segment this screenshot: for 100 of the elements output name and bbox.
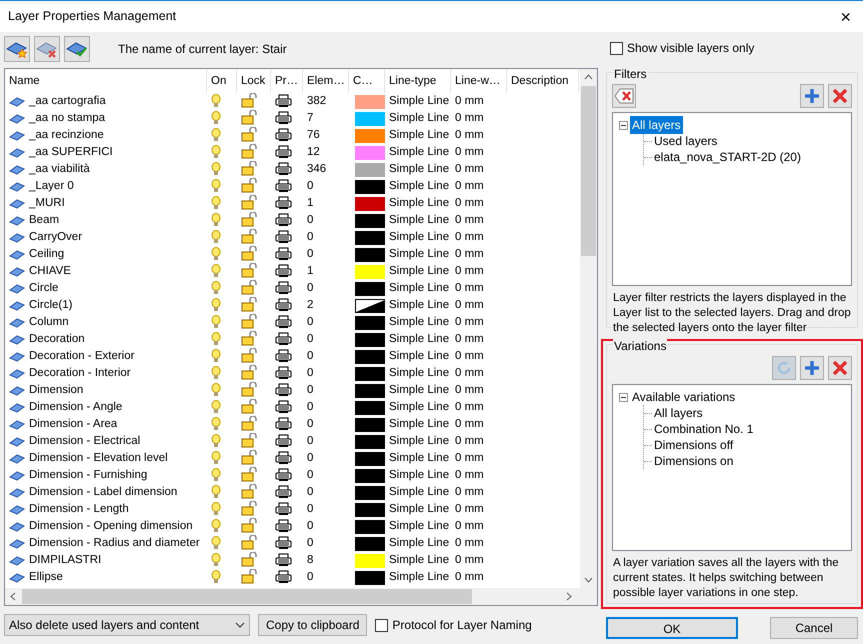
- lightbulb-icon[interactable]: [211, 128, 221, 142]
- padlock-icon[interactable]: [241, 161, 259, 176]
- layer-name[interactable]: Circle: [29, 280, 58, 298]
- scroll-right-icon[interactable]: [566, 592, 572, 601]
- column-header[interactable]: Name: [5, 69, 207, 93]
- layer-name[interactable]: DIMPILASTRI: [29, 552, 102, 570]
- color-swatch[interactable]: [355, 230, 385, 244]
- printer-icon[interactable]: [275, 128, 292, 142]
- layer-name[interactable]: Decoration - Interior: [29, 364, 131, 382]
- tree-item[interactable]: Available variations: [630, 388, 738, 406]
- color-swatch[interactable]: [355, 554, 385, 568]
- printer-icon[interactable]: [275, 366, 292, 380]
- color-swatch[interactable]: [355, 418, 385, 432]
- layer-name[interactable]: Dimension - Opening dimension: [29, 518, 193, 536]
- color-swatch[interactable]: [355, 434, 385, 448]
- checkbox[interactable]: [610, 42, 623, 54]
- printer-icon[interactable]: [275, 416, 292, 431]
- lightbulb-icon[interactable]: [211, 212, 221, 227]
- padlock-icon[interactable]: [241, 280, 259, 296]
- lightbulb-icon[interactable]: [211, 298, 221, 312]
- color-swatch[interactable]: [355, 128, 385, 142]
- layer-name[interactable]: _aa recinzione: [29, 126, 104, 144]
- scrollbar-thumb[interactable]: [581, 86, 596, 256]
- printer-icon[interactable]: [275, 434, 292, 448]
- printer-icon[interactable]: [275, 502, 292, 516]
- color-swatch[interactable]: [355, 214, 385, 228]
- padlock-icon[interactable]: [241, 382, 259, 398]
- tree-item[interactable]: Combination No. 1: [652, 420, 756, 438]
- padlock-icon[interactable]: [241, 399, 259, 414]
- padlock-icon[interactable]: [241, 433, 259, 448]
- color-swatch[interactable]: [355, 298, 385, 312]
- collapse-icon[interactable]: [619, 392, 628, 402]
- layer-name[interactable]: Dimension - Area: [29, 416, 118, 434]
- cancel-button[interactable]: Cancel: [770, 617, 858, 639]
- printer-icon[interactable]: [275, 196, 292, 210]
- padlock-icon[interactable]: [241, 501, 259, 516]
- color-swatch[interactable]: [355, 486, 385, 500]
- tree-item[interactable]: Dimensions off: [652, 436, 736, 454]
- padlock-icon[interactable]: [241, 246, 259, 262]
- layer-name[interactable]: Decoration: [29, 330, 85, 348]
- color-swatch[interactable]: [355, 536, 385, 550]
- padlock-icon[interactable]: [241, 518, 259, 534]
- column-header[interactable]: Elem…: [303, 69, 349, 93]
- padlock-icon[interactable]: [241, 450, 259, 466]
- lightbulb-icon[interactable]: [211, 468, 221, 482]
- padlock-icon[interactable]: [241, 535, 259, 550]
- lightbulb-icon[interactable]: [211, 110, 221, 125]
- column-header[interactable]: Lock: [237, 69, 271, 93]
- padlock-icon[interactable]: [241, 467, 259, 482]
- lightbulb-icon[interactable]: [211, 314, 221, 329]
- printer-icon[interactable]: [275, 280, 292, 295]
- layer-name[interactable]: _aa no stampa: [29, 110, 106, 128]
- color-swatch[interactable]: [355, 452, 385, 466]
- padlock-icon[interactable]: [241, 365, 259, 380]
- color-swatch[interactable]: [355, 366, 385, 380]
- lightbulb-icon[interactable]: [211, 570, 221, 584]
- printer-icon[interactable]: [275, 314, 292, 329]
- printer-icon[interactable]: [275, 212, 292, 227]
- layer-name[interactable]: CHIAVE: [29, 262, 71, 280]
- delete-layer-button[interactable]: [34, 36, 60, 62]
- padlock-icon[interactable]: [241, 212, 259, 228]
- printer-icon[interactable]: [275, 570, 292, 584]
- tree-item[interactable]: All layers: [652, 404, 705, 422]
- layer-name[interactable]: Dimension - Electrical: [29, 432, 140, 450]
- lightbulb-icon[interactable]: [211, 400, 221, 414]
- layer-name[interactable]: Decoration - Exterior: [29, 348, 134, 366]
- layer-name[interactable]: Ellipse: [29, 568, 63, 586]
- padlock-icon[interactable]: [241, 297, 259, 312]
- printer-icon[interactable]: [275, 382, 292, 397]
- lightbulb-icon[interactable]: [211, 144, 221, 159]
- printer-icon[interactable]: [275, 144, 292, 159]
- padlock-icon[interactable]: [241, 195, 259, 210]
- copy-button[interactable]: Copy to clipboard: [258, 614, 368, 636]
- printer-icon[interactable]: [275, 264, 292, 278]
- delete-button[interactable]: [828, 84, 852, 108]
- padlock-icon[interactable]: [241, 416, 259, 432]
- lightbulb-icon[interactable]: [211, 382, 221, 397]
- lightbulb-icon[interactable]: [211, 230, 221, 244]
- printer-icon[interactable]: [275, 348, 292, 363]
- lightbulb-icon[interactable]: [211, 348, 221, 363]
- lightbulb-icon[interactable]: [211, 484, 221, 499]
- lightbulb-icon[interactable]: [211, 450, 221, 465]
- lightbulb-icon[interactable]: [211, 264, 221, 278]
- scrollbar-thumb[interactable]: [22, 589, 472, 604]
- layer-name[interactable]: _MURI: [29, 194, 65, 212]
- color-swatch[interactable]: [355, 400, 385, 414]
- printer-icon[interactable]: [275, 94, 292, 108]
- tree-item[interactable]: Dimensions on: [652, 452, 736, 470]
- column-header[interactable]: Description: [507, 69, 579, 93]
- delete-button[interactable]: [828, 356, 852, 380]
- lightbulb-icon[interactable]: [211, 366, 221, 380]
- color-swatch[interactable]: [355, 468, 385, 482]
- layer-name[interactable]: Dimension - Angle: [29, 398, 122, 416]
- lightbulb-icon[interactable]: [211, 502, 221, 516]
- padlock-icon[interactable]: [241, 552, 259, 568]
- lightbulb-icon[interactable]: [211, 162, 221, 176]
- layer-name[interactable]: _aa viabilità: [29, 160, 90, 178]
- color-swatch[interactable]: [355, 350, 385, 364]
- layer-name[interactable]: CarryOver: [29, 228, 82, 246]
- lightbulb-icon[interactable]: [211, 536, 221, 550]
